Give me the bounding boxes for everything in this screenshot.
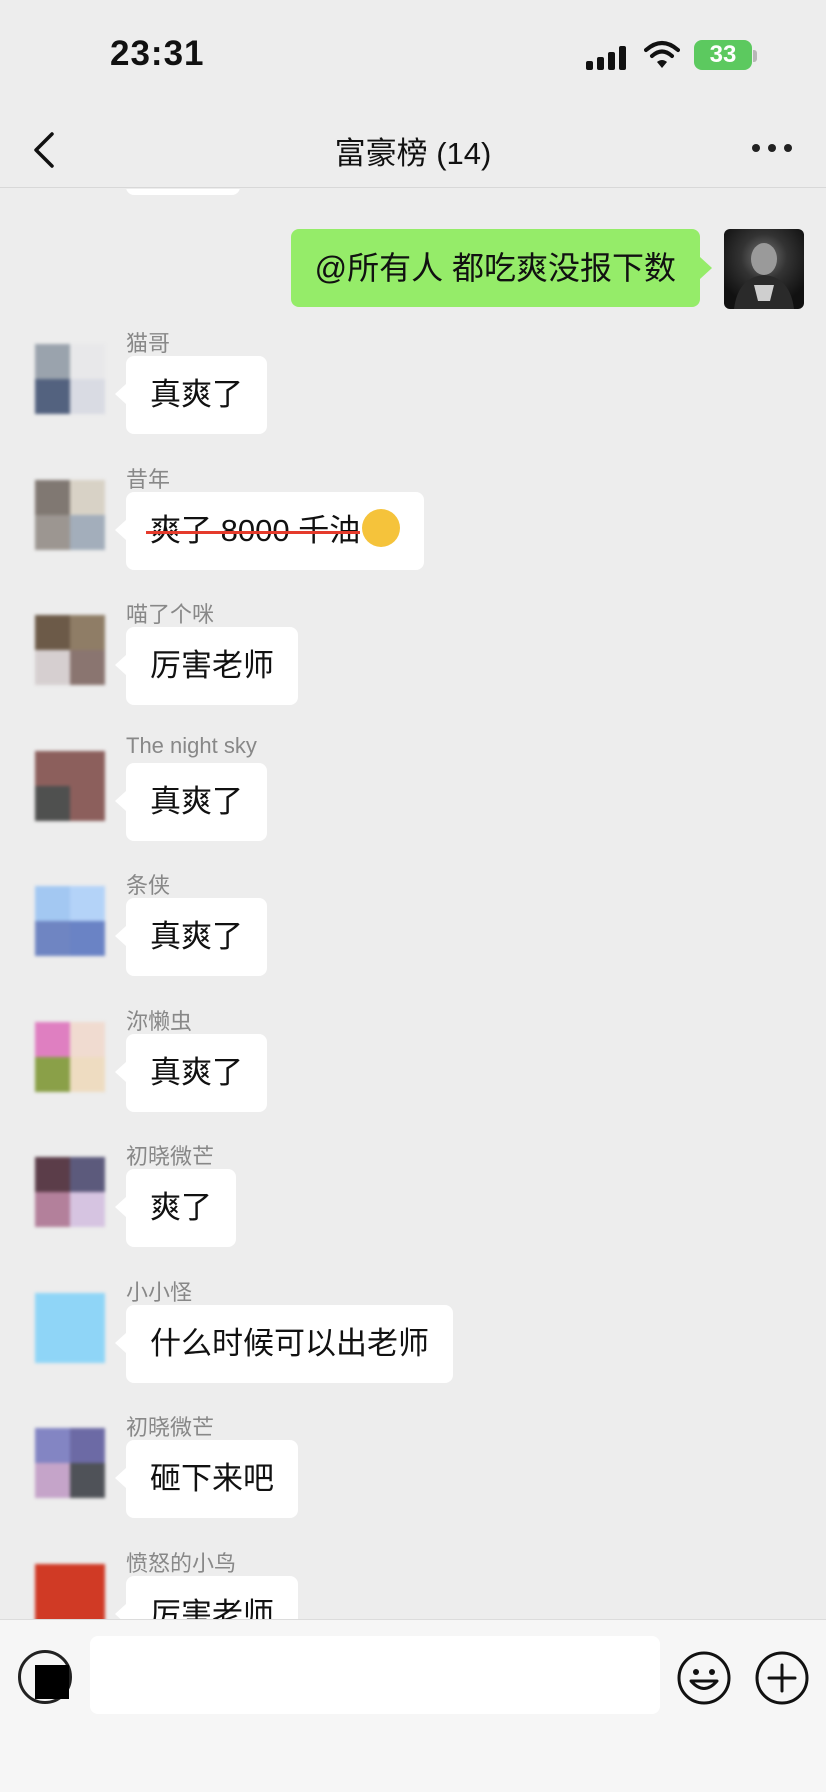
wifi-icon — [644, 41, 680, 68]
sender-name: 昔年 — [126, 467, 171, 492]
outgoing-bubble[interactable]: @所有人 都吃爽没报下数 — [290, 229, 713, 307]
message-text: 真爽了 — [150, 377, 243, 412]
outgoing-message: @所有人 都吃爽没报下数 — [264, 229, 804, 309]
message-row: The night sky 真爽了 — [0, 733, 826, 867]
message-bubble[interactable]: 真爽了 — [115, 356, 267, 434]
voice-button[interactable] — [18, 1650, 72, 1704]
message-text: 真爽了 — [150, 1055, 243, 1090]
message-row: 昔年爽了 8000 千油 — [0, 462, 826, 596]
sender-name: 初晓微芒 — [126, 1144, 215, 1169]
message-bubble[interactable]: 爽了 — [115, 1169, 236, 1247]
chat-area[interactable]: @所有人 都吃爽没报下数 猫哥 真爽了 昔年 爽了 8000 千油 喵了个咪 厉害老师 Th… — [0, 189, 826, 1619]
chat-title: 富豪榜 (14) — [334, 136, 492, 171]
message-text: 厉害老师 — [150, 648, 274, 683]
message-bubble[interactable]: 真爽了 — [115, 898, 267, 976]
message-text: 真爽了 — [150, 784, 243, 819]
hugging-face-icon — [362, 509, 401, 547]
message-bubble[interactable]: 爽了 8000 千油 — [114, 492, 425, 570]
message-input[interactable] — [90, 1636, 660, 1714]
plus-icon[interactable] — [754, 1650, 810, 1706]
sender-avatar[interactable] — [35, 886, 105, 956]
message-bubble[interactable]: 砸下来吧 — [115, 1440, 298, 1518]
sender-avatar[interactable] — [35, 1157, 105, 1227]
message-row: 沵懒虫真爽了 — [0, 1004, 826, 1138]
input-bar — [0, 1619, 826, 1792]
self-avatar[interactable] — [724, 229, 804, 309]
message-text: 爽了 — [150, 1190, 212, 1225]
message-row: 喵了个咪厉害老师 — [0, 597, 826, 731]
sender-name: 愤怒的小鸟 — [126, 1551, 237, 1576]
message-row: 猫哥真爽了 — [0, 326, 826, 460]
message-text: 爽了 8000 千油 — [150, 513, 361, 548]
battery-icon: 33 — [694, 40, 752, 70]
sender-name: 条侠 — [126, 873, 171, 898]
message-row: 初晓微芒爽了 — [0, 1139, 826, 1273]
battery-level: 33 — [709, 41, 737, 68]
signal-icon — [586, 44, 630, 70]
sender-avatar[interactable] — [35, 1428, 105, 1498]
sender-avatar[interactable] — [35, 1022, 105, 1092]
sender-name: 初晓微芒 — [126, 1415, 215, 1440]
nav-bar: 富豪榜 (14) — [0, 110, 826, 188]
sender-name: 猫哥 — [126, 331, 171, 356]
message-row: 愤怒的小鸟厉害老师 — [0, 1546, 826, 1619]
emoji-icon[interactable] — [676, 1650, 732, 1706]
message-bubble[interactable]: 真爽了 — [115, 1034, 267, 1112]
message-bubble[interactable]: 厉害老师 — [115, 1576, 298, 1619]
sender-avatar[interactable] — [35, 615, 105, 685]
sender-name: 沵懒虫 — [126, 1009, 193, 1034]
message-row: 条侠真爽了 — [0, 868, 826, 1002]
sender-avatar[interactable] — [35, 480, 105, 550]
status-bar: 23:31 33 — [0, 0, 826, 110]
message-bubble[interactable]: 什么时候可以出老师 — [115, 1305, 453, 1383]
previous-message-bubble — [126, 189, 240, 195]
sender-name: 小小怪 — [126, 1280, 193, 1305]
message-bubble[interactable]: 真爽了 — [115, 763, 267, 841]
sender-name: The night sky — [126, 733, 257, 758]
message-bubble[interactable]: 厉害老师 — [115, 627, 298, 705]
message-row: 初晓微芒砸下来吧 — [0, 1410, 826, 1544]
message-row: 小小怪什么时候可以出老师 — [0, 1275, 826, 1409]
sender-name: 喵了个咪 — [126, 602, 215, 627]
message-text: 砸下来吧 — [150, 1461, 274, 1496]
sender-avatar[interactable] — [35, 751, 105, 821]
message-text: 厉害老师 — [150, 1597, 274, 1619]
battery-nub — [753, 50, 757, 62]
sender-avatar[interactable] — [35, 1293, 105, 1363]
status-time: 23:31 — [110, 34, 205, 73]
message-text: 真爽了 — [150, 919, 243, 954]
sender-avatar[interactable] — [35, 1564, 105, 1619]
more-icon[interactable] — [752, 138, 794, 158]
sender-avatar[interactable] — [35, 344, 105, 414]
message-text: 什么时候可以出老师 — [150, 1326, 429, 1361]
voice-icon — [35, 1665, 69, 1699]
